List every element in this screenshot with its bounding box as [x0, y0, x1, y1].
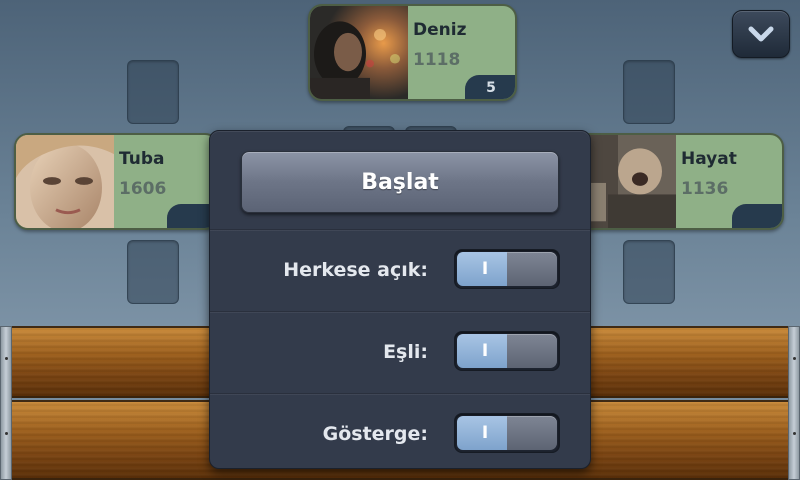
toggle-paired[interactable]: I — [454, 331, 560, 371]
player-name: Tuba — [119, 149, 165, 169]
option-label-indicator: Gösterge: — [322, 423, 428, 445]
player-name: Hayat — [681, 149, 737, 169]
toggle-on-indicator: I — [457, 334, 513, 368]
start-button[interactable]: Başlat — [241, 151, 559, 213]
player-score: 1118 — [413, 50, 461, 70]
player-badge: 5 — [465, 75, 515, 99]
toggle-public[interactable]: I — [454, 249, 560, 289]
player-score: 1136 — [681, 179, 729, 199]
table-rail-right — [788, 326, 800, 480]
dropdown-button[interactable] — [732, 10, 790, 58]
toggle-knob[interactable] — [507, 334, 557, 368]
player-card-left[interactable]: Tuba 1606 — [14, 133, 219, 230]
tile-slot-bottom-left — [127, 240, 179, 304]
toggle-knob[interactable] — [507, 416, 557, 450]
player-name: Deniz — [413, 20, 467, 40]
toggle-knob[interactable] — [507, 252, 557, 286]
toggle-on-indicator: I — [457, 416, 513, 450]
option-label-paired: Eşli: — [383, 341, 428, 363]
toggle-on-indicator: I — [457, 252, 513, 286]
tile-slot-top-right — [623, 60, 675, 124]
player-card-top[interactable]: Deniz 1118 5 — [308, 4, 517, 101]
divider — [210, 229, 590, 231]
player-badge — [732, 204, 782, 228]
tile-slot-bottom-right — [623, 240, 675, 304]
tile-slot-top-left — [127, 60, 179, 124]
player-score: 1606 — [119, 179, 167, 199]
player-avatar — [16, 135, 114, 228]
chevron-down-icon — [748, 26, 774, 42]
divider — [210, 311, 590, 313]
divider — [210, 393, 590, 395]
option-label-public: Herkese açık: — [283, 259, 428, 281]
player-card-right[interactable]: Hayat 1136 — [576, 133, 784, 230]
player-avatar — [310, 6, 408, 99]
toggle-indicator[interactable]: I — [454, 413, 560, 453]
player-avatar — [578, 135, 676, 228]
game-settings-panel: Başlat Herkese açık: I Eşli: I Gösterge:… — [209, 130, 591, 469]
table-rail-left — [0, 326, 12, 480]
